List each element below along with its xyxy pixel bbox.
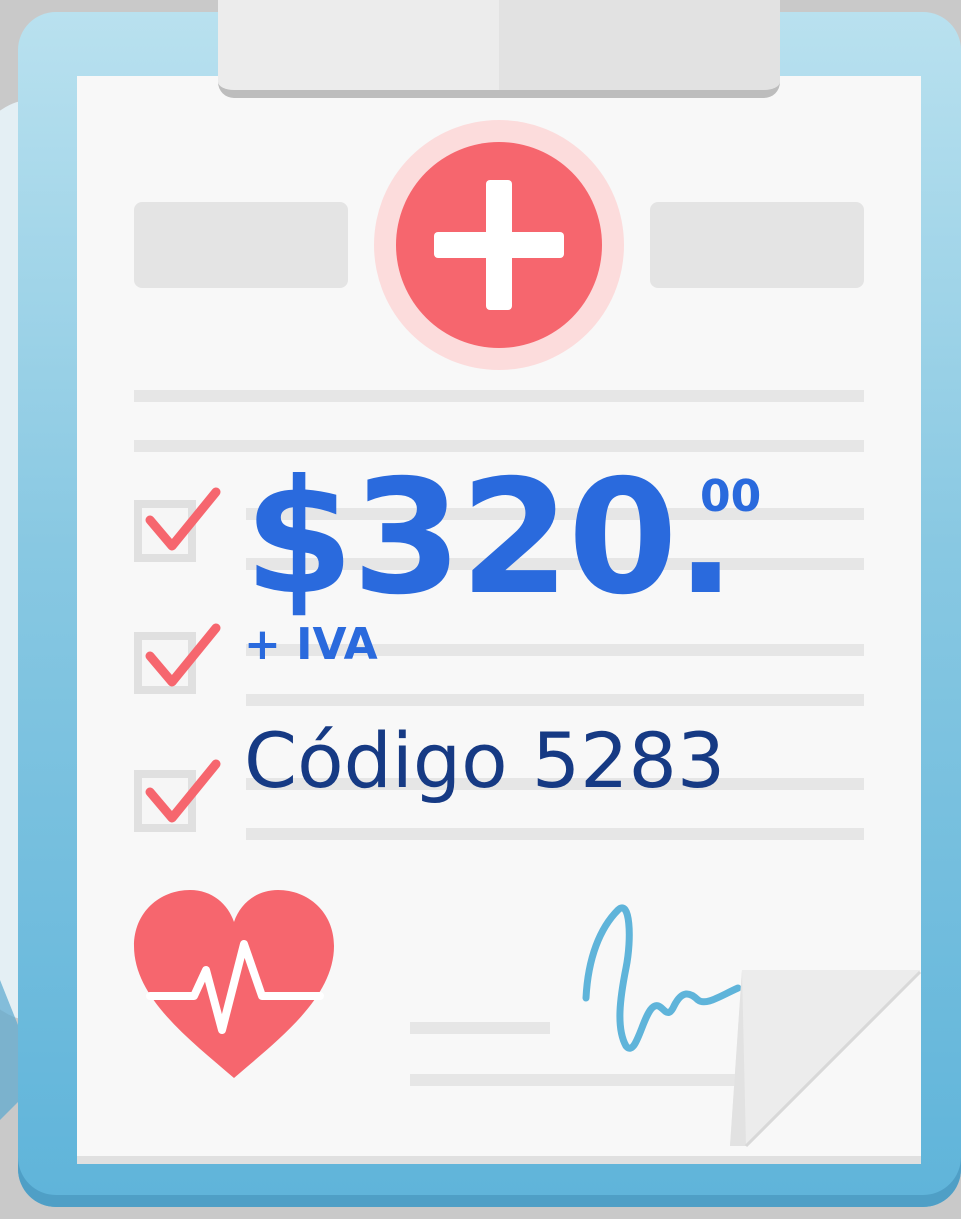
price-amount: $320. — [244, 446, 736, 630]
text-line — [410, 1074, 740, 1086]
header-placeholder-right — [650, 202, 864, 288]
clipboard-clip — [218, 0, 780, 98]
product-code: Código 5283 — [244, 716, 726, 805]
header-placeholder-left — [134, 202, 348, 288]
text-line — [134, 390, 864, 402]
text-line — [410, 1022, 550, 1034]
text-line — [246, 828, 864, 840]
page-fold-corner — [730, 970, 922, 1148]
tax-note: + IVA — [244, 619, 378, 670]
checkmark-icon — [145, 623, 221, 687]
medical-cross-icon — [374, 120, 624, 370]
checkmark-icon — [145, 759, 221, 823]
price-cents: 00 — [700, 471, 762, 522]
checkmark-icon — [145, 487, 221, 551]
heart-pulse-icon — [134, 890, 334, 1078]
text-line — [246, 694, 864, 706]
